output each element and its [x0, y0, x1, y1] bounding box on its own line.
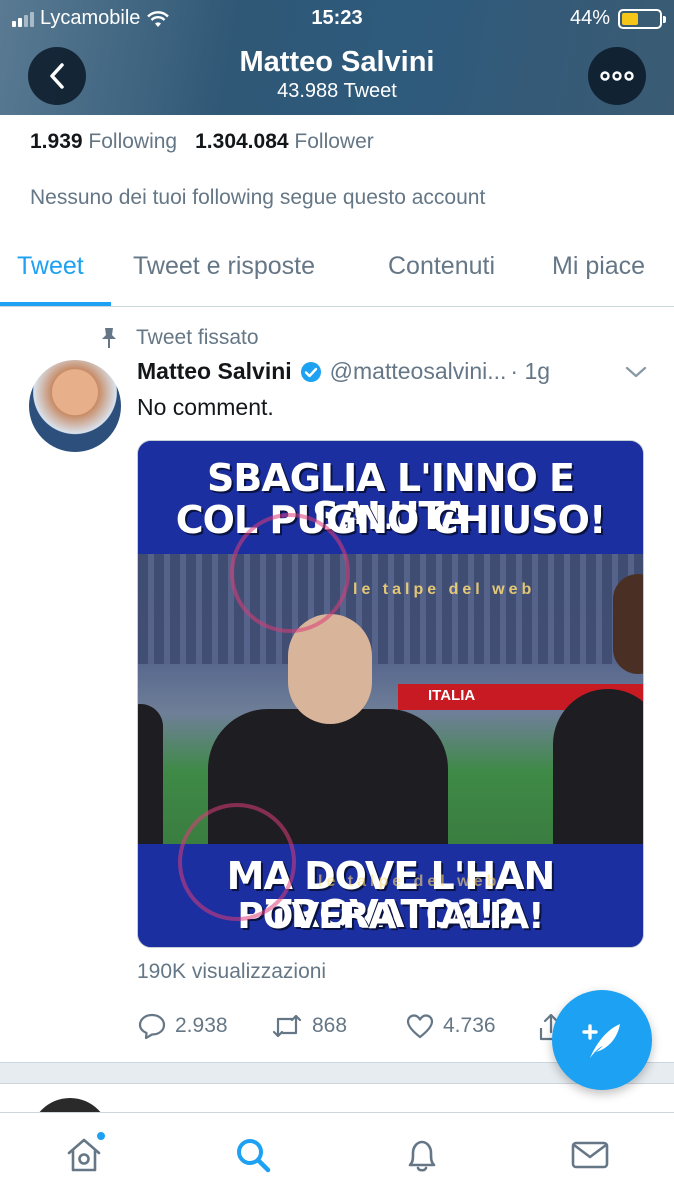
active-tab-indicator [0, 302, 111, 306]
tweet-count: 43.988 Tweet [277, 80, 397, 102]
tab-tweet[interactable]: Tweet [17, 252, 84, 281]
bell-icon [408, 1140, 436, 1172]
tweet-media-image[interactable]: ITALIA SBAGLIA L'INNO E SALUTA COL PUGNO… [137, 440, 644, 948]
verified-badge-icon [300, 361, 321, 382]
tab-contenuti[interactable]: Contenuti [388, 252, 495, 281]
view-count: 190K visualizzazioni [137, 960, 327, 983]
following-label: Following [88, 130, 178, 153]
nav-notifications[interactable] [402, 1135, 442, 1175]
reply-icon [138, 1013, 166, 1040]
profile-tabs: Tweet Tweet e risposte Contenuti Mi piac… [0, 238, 674, 307]
watermark-logo [230, 513, 350, 633]
battery-icon [618, 8, 666, 29]
following-count: 1.939 [30, 130, 83, 153]
tweet-time: · 1g [510, 358, 551, 384]
battery-percent: 44% [569, 7, 610, 29]
avatar[interactable] [29, 360, 121, 452]
more-dots-icon [600, 71, 634, 81]
media-caption-top-2: COL PUGNO CHIUSO! [175, 498, 607, 542]
more-button[interactable] [588, 47, 646, 105]
chevron-down-icon[interactable] [624, 364, 648, 380]
pin-icon [102, 328, 116, 348]
watermark-text: le talpe del web [353, 581, 536, 598]
reply-button[interactable]: 2.938 [137, 1012, 228, 1040]
status-bar: Lycamobile 15:23 44% [0, 0, 674, 36]
watermark-logo [178, 803, 296, 921]
bottom-tab-bar [0, 1112, 674, 1200]
author-handle[interactable]: @matteosalvini... [330, 358, 507, 385]
page-title: Matteo Salvini [239, 46, 435, 78]
tweet-actions: 2.938 868 4.736 [137, 1012, 563, 1046]
new-content-dot [96, 1131, 106, 1141]
profile-header: Lycamobile 15:23 44% Matteo Salvini 43.9… [0, 0, 674, 115]
compose-feather-icon [582, 1024, 620, 1058]
like-button[interactable]: 4.736 [405, 1012, 496, 1040]
player-right-head [613, 574, 643, 674]
retweet-icon [272, 1014, 302, 1038]
tab-mi-piace[interactable]: Mi piace [552, 252, 645, 281]
pinned-label-text: Tweet fissato [136, 326, 259, 349]
battery-info: 44% [569, 7, 666, 30]
search-icon [237, 1139, 271, 1173]
tab-tweet-e-risposte[interactable]: Tweet e risposte [133, 252, 315, 281]
watermark-text: le talpe del web [318, 873, 501, 890]
following-link[interactable]: 1.939 Following [30, 130, 177, 153]
mail-icon [571, 1141, 609, 1169]
retweet-count: 868 [312, 1014, 348, 1037]
follower-link[interactable]: 1.304.084 Follower [195, 130, 374, 153]
author-name[interactable]: Matteo Salvini [137, 358, 292, 385]
follow-stats: 1.939 Following 1.304.084 Follower [30, 130, 374, 154]
nav-home[interactable] [64, 1131, 106, 1175]
reply-count: 2.938 [175, 1014, 228, 1037]
follower-label: Follower [294, 130, 374, 153]
tweet-text: No comment. [137, 394, 274, 420]
pinned-tweet-label: Tweet fissato [100, 326, 259, 350]
nav-search[interactable] [233, 1135, 273, 1175]
compose-tweet-button[interactable] [552, 990, 652, 1090]
battery-level [622, 12, 638, 25]
ad-board-text: ITALIA [428, 687, 476, 704]
tweet-header: Matteo Salvini @matteosalvini... · 1g [137, 358, 550, 385]
followers-you-know-note: Nessuno dei tuoi following segue questo … [30, 186, 486, 209]
retweet-button[interactable]: 868 [270, 1012, 347, 1040]
stadium-stands [138, 554, 643, 664]
player-left [138, 704, 163, 844]
player-right [553, 689, 643, 844]
like-count: 4.736 [443, 1014, 496, 1037]
follower-count: 1.304.084 [195, 130, 289, 153]
home-icon [67, 1138, 101, 1172]
heart-icon [406, 1014, 434, 1039]
nav-messages[interactable] [570, 1135, 610, 1175]
